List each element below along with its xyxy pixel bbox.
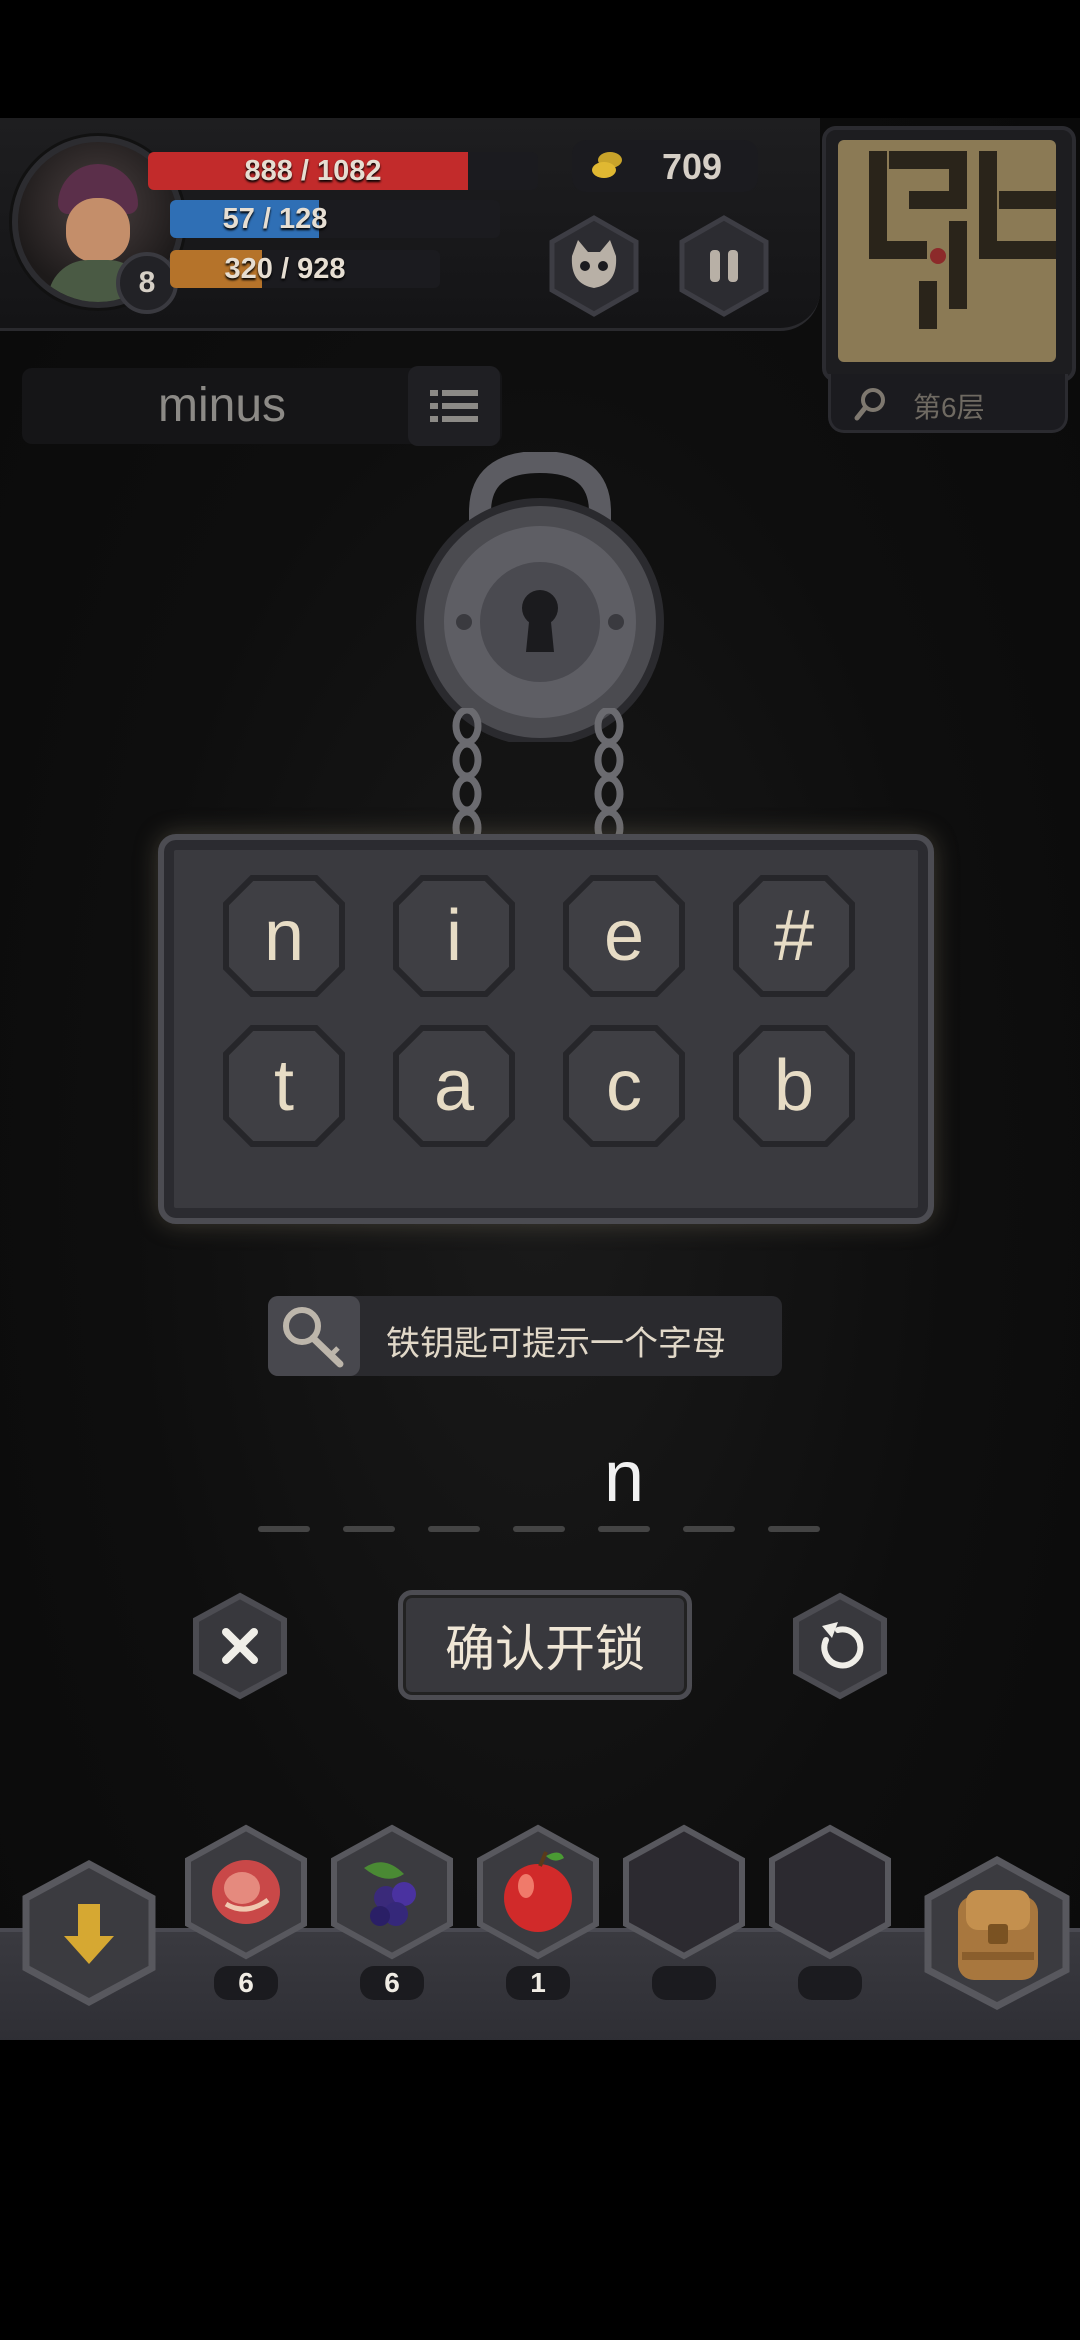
coin-value: 709 — [662, 146, 723, 187]
letter-key-label: e — [603, 896, 645, 976]
pause-icon — [679, 215, 769, 317]
empty-slot — [769, 1824, 891, 1960]
search-icon — [854, 388, 885, 421]
letter-key-label: # — [773, 896, 815, 976]
inventory-slot-empty[interactable] — [762, 1824, 898, 2000]
hp-bar: 888 / 1082 — [148, 152, 538, 190]
letter-key-label: b — [773, 1046, 815, 1126]
inventory-slot-meat[interactable]: 6 — [178, 1824, 314, 2000]
letter-key[interactable]: a — [392, 1024, 516, 1148]
hint-text: 铁钥匙可提示一个字母 — [386, 1325, 726, 1363]
coin-icon — [592, 152, 622, 178]
letter-key-label: t — [273, 1046, 294, 1126]
padlock-icon — [416, 452, 664, 742]
inventory-slot-empty[interactable] — [616, 1824, 752, 2000]
arrow-down-icon — [22, 1860, 156, 2006]
minimap[interactable] — [822, 126, 1076, 382]
puzzle-title: minus — [157, 379, 287, 432]
coin-counter: 709 — [572, 140, 758, 192]
item-count: 6 — [214, 1966, 278, 2000]
answer-slot[interactable] — [343, 1526, 395, 1532]
list-icon — [430, 390, 478, 422]
confirm-unlock-button[interactable]: 确认开锁 — [398, 1590, 692, 1700]
letter-key-label: n — [263, 896, 305, 976]
apple-icon — [477, 1824, 599, 1960]
inventory-slot-berries[interactable]: 6 — [324, 1824, 460, 2000]
refresh-icon — [793, 1592, 887, 1700]
answer-slot[interactable] — [768, 1526, 820, 1532]
floor-label: 第6层 — [913, 392, 985, 423]
mp-text: 57 / 128 — [222, 202, 328, 235]
hint-key-box — [268, 1296, 360, 1376]
level-badge: 8 — [116, 252, 178, 314]
descend-button[interactable] — [14, 1858, 164, 2008]
hint-button[interactable]: 铁钥匙可提示一个字母 — [268, 1296, 782, 1376]
letter-key[interactable]: t — [222, 1024, 346, 1148]
reset-button[interactable] — [786, 1592, 894, 1700]
backpack-button[interactable] — [918, 1854, 1076, 2012]
empty-slot — [623, 1824, 745, 1960]
backpack-icon — [924, 1856, 1070, 2010]
cancel-button[interactable] — [186, 1592, 294, 1700]
letter-key[interactable]: c — [562, 1024, 686, 1148]
maze-map — [869, 151, 1056, 329]
answer-slot[interactable] — [428, 1526, 480, 1532]
item-count: 1 — [506, 1966, 570, 2000]
floor-indicator[interactable]: 第6层 — [828, 374, 1068, 433]
xp-bar: 320 / 928 — [170, 250, 440, 288]
pause-button[interactable] — [672, 214, 776, 318]
letter-keypad: n i e # t a c b — [158, 834, 934, 1224]
minimap-view — [838, 140, 1056, 362]
mp-bar: 57 / 128 — [170, 200, 500, 238]
answer-letter: n — [603, 1437, 645, 1517]
letter-key[interactable]: b — [732, 1024, 856, 1148]
monster-face-icon — [549, 215, 639, 317]
xp-text: 320 / 928 — [224, 252, 346, 285]
letter-key[interactable]: i — [392, 874, 516, 998]
letter-key-label: i — [446, 896, 462, 976]
answer-slot[interactable] — [683, 1526, 735, 1532]
item-count: 6 — [360, 1966, 424, 2000]
letter-key[interactable]: e — [562, 874, 686, 998]
answer-slot[interactable] — [598, 1526, 650, 1532]
letter-key-label: c — [606, 1046, 642, 1126]
item-count — [652, 1966, 716, 2000]
pet-button[interactable] — [542, 214, 646, 318]
answer-slot[interactable] — [513, 1526, 565, 1532]
hero-face — [66, 198, 130, 262]
letter-key[interactable]: n — [222, 874, 346, 998]
meat-icon — [185, 1824, 307, 1960]
close-icon — [193, 1592, 287, 1700]
answer-slot[interactable] — [258, 1526, 310, 1532]
game-screen: 8 888 / 1082 57 / 128 320 / 928 709 第6层 … — [0, 118, 1080, 2040]
menu-button[interactable] — [408, 366, 500, 446]
hp-text: 888 / 1082 — [244, 154, 382, 187]
letter-key[interactable]: # — [732, 874, 856, 998]
key-icon — [283, 1307, 344, 1368]
berries-icon — [331, 1824, 453, 1960]
inventory-slot-apple[interactable]: 1 — [470, 1824, 606, 2000]
item-count — [798, 1966, 862, 2000]
letter-key-label: a — [433, 1046, 475, 1126]
